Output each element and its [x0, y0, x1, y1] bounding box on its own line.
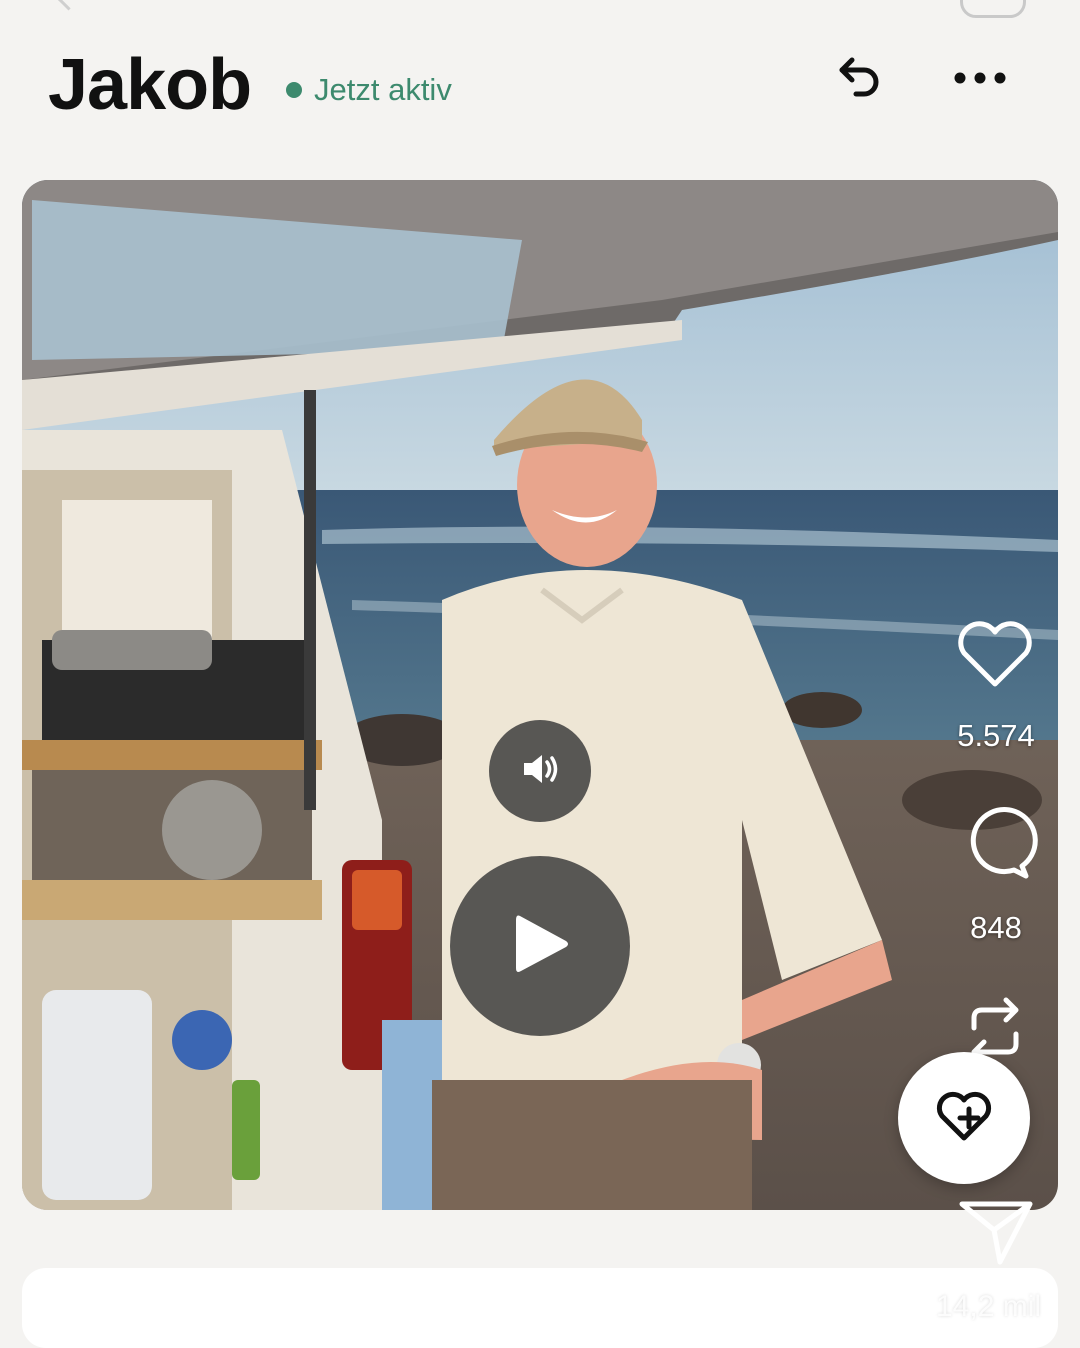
next-post-card[interactable] [22, 1268, 1058, 1348]
video-post[interactable] [22, 180, 1058, 1210]
profile-name[interactable]: Jakob [48, 44, 252, 126]
play-icon [508, 910, 572, 983]
top-pill-icon [960, 0, 1026, 18]
view-count: 14,2 mil [936, 1290, 1042, 1323]
reply-arrow-icon[interactable] [830, 48, 890, 108]
play-button[interactable] [450, 856, 630, 1036]
speaker-icon [520, 751, 560, 792]
status-dot-icon [286, 82, 302, 98]
comment-count: 848 [970, 910, 1022, 945]
active-status: Jetzt aktiv [286, 72, 452, 108]
heart-icon[interactable] [952, 610, 1038, 696]
top-bar-remnant [0, 0, 1080, 18]
like-count: 5.574 [957, 718, 1035, 753]
heart-plus-icon [934, 1088, 994, 1149]
like-fab-button[interactable] [898, 1052, 1030, 1184]
send-icon[interactable] [952, 1190, 1038, 1276]
video-frame [22, 180, 1058, 1210]
sound-toggle-button[interactable] [489, 720, 591, 822]
status-label: Jetzt aktiv [314, 72, 452, 107]
back-chevron-icon[interactable] [56, 0, 81, 11]
chat-header: Jakob Jetzt aktiv [0, 30, 1080, 140]
more-dots-icon[interactable] [950, 48, 1010, 108]
comment-bubble-icon[interactable] [952, 800, 1038, 886]
